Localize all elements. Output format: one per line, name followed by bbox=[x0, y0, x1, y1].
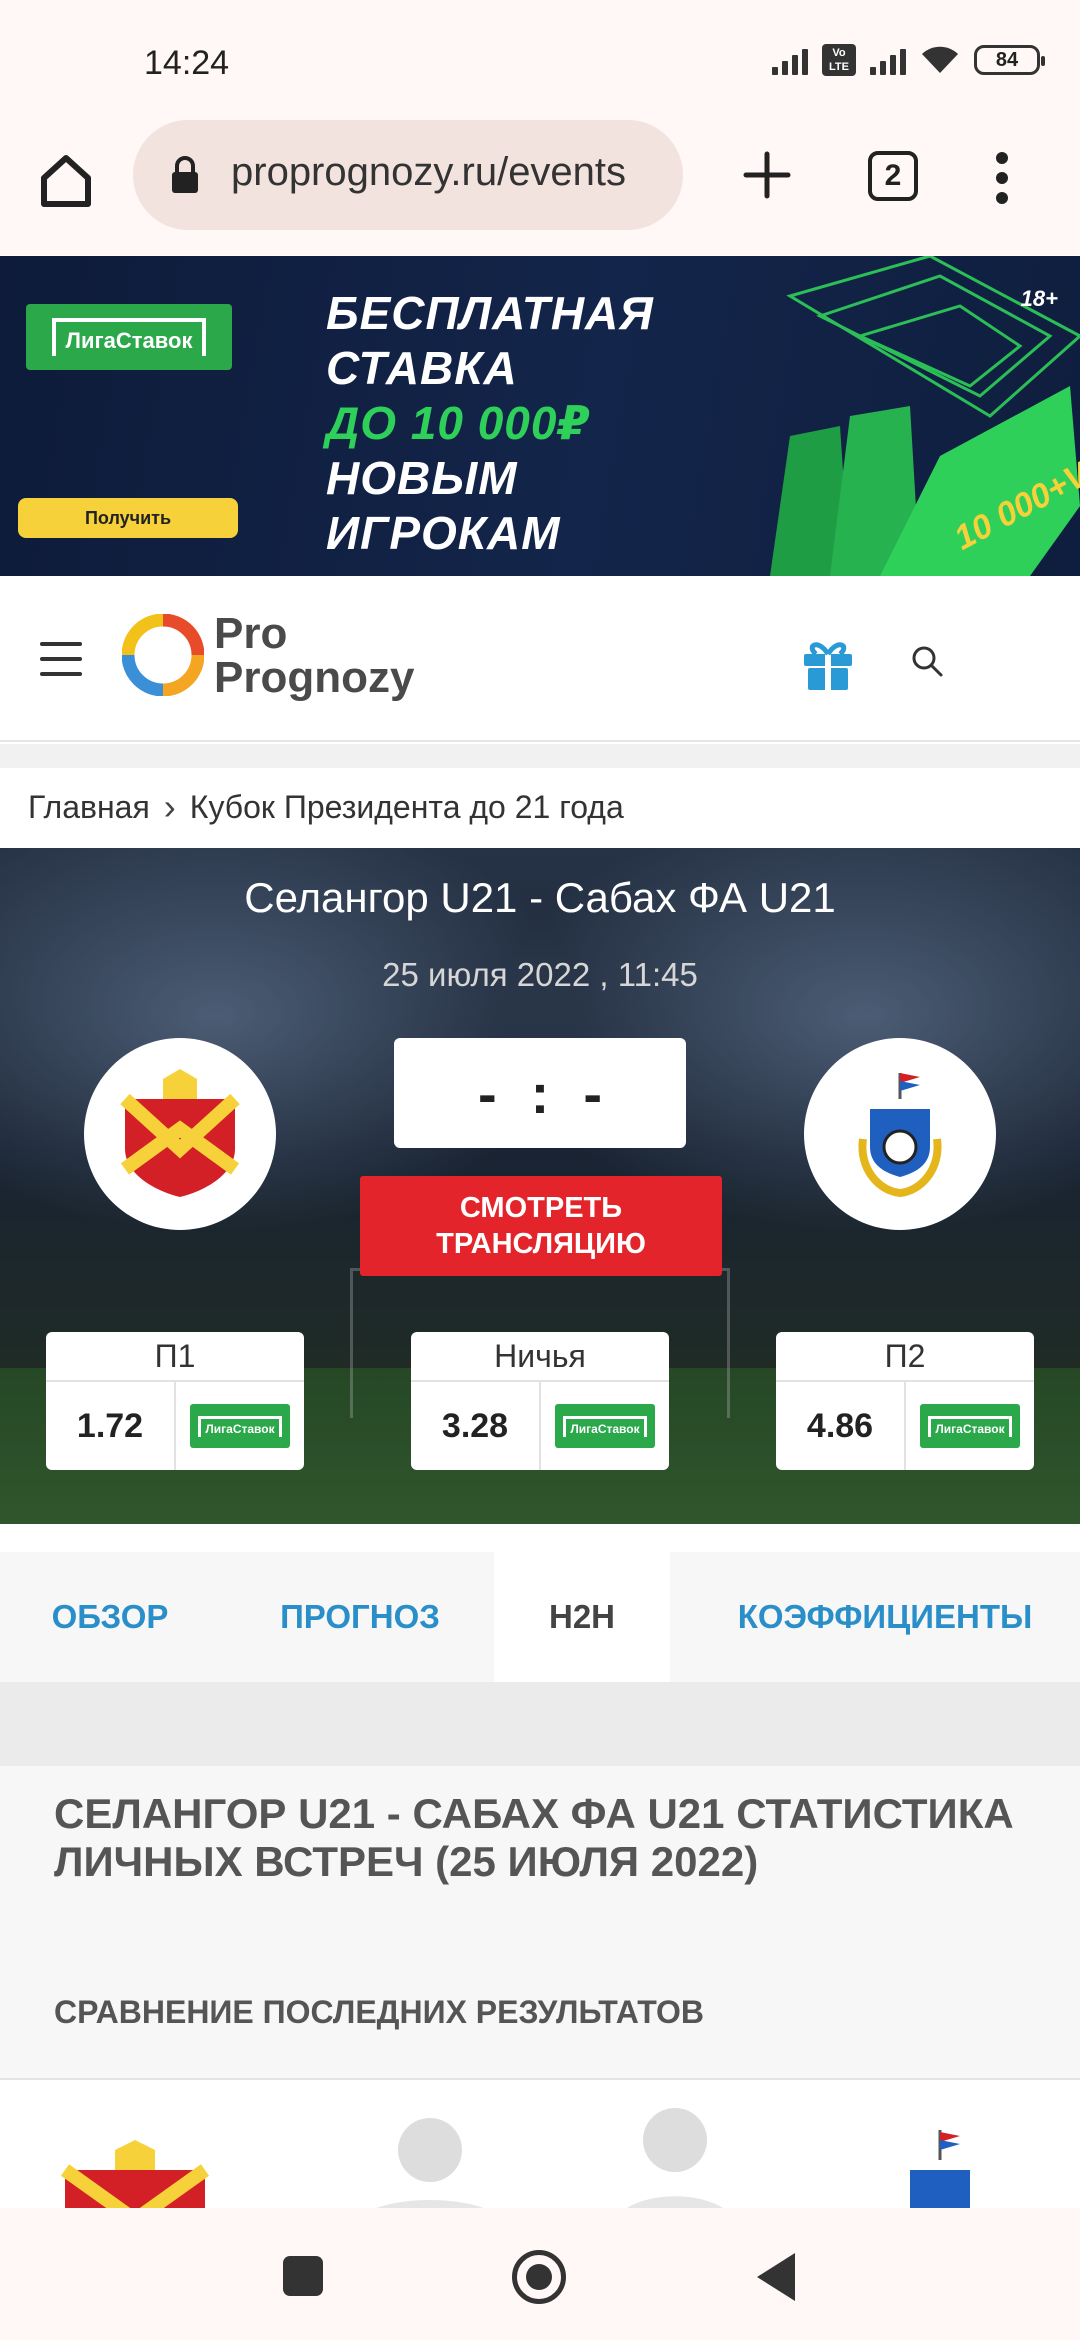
tab-h2h[interactable]: H2H bbox=[494, 1552, 670, 1682]
breadcrumb: Главная › Кубок Президента до 21 года bbox=[28, 772, 624, 842]
more-vert-icon[interactable] bbox=[992, 150, 1012, 206]
battery-icon: 84 bbox=[974, 45, 1045, 75]
h2h-subtitle: СРАВНЕНИЕ ПОСЛЕДНИХ РЕЗУЛЬТАТОВ bbox=[54, 1994, 705, 2030]
tab-switcher-button[interactable]: 2 bbox=[868, 151, 918, 201]
logo-line: Prognozy bbox=[214, 653, 415, 702]
breadcrumb-home[interactable]: Главная bbox=[28, 789, 150, 826]
ad-headline: БЕСПЛАТНАЯ СТАВКА ДО 10 000₽ НОВЫМ ИГРОК… bbox=[326, 286, 654, 561]
odds-value[interactable]: 3.28 bbox=[411, 1382, 541, 1470]
sabah-crest-icon bbox=[858, 1073, 942, 1198]
site-logo-icon[interactable] bbox=[122, 614, 204, 696]
player-silhouette-icon bbox=[627, 2108, 723, 2208]
comparison-row bbox=[0, 2078, 1080, 2208]
watch-stream-button[interactable]: СМОТРЕТЬ ТРАНСЛЯЦИЮ bbox=[360, 1176, 722, 1276]
tab-prognoz[interactable]: ПРОГНОЗ bbox=[260, 1552, 460, 1682]
odds-value[interactable]: 1.72 bbox=[46, 1382, 176, 1470]
watch-label: СМОТРЕТЬ bbox=[459, 1192, 623, 1224]
status-bar: 14:24 Vo LTE 84 bbox=[0, 0, 1080, 120]
back-icon[interactable] bbox=[757, 2253, 795, 2301]
score-separator: : bbox=[530, 1061, 550, 1125]
ad-line: НОВЫМ bbox=[326, 452, 518, 504]
match-datetime: 25 июля 2022 , 11:45 bbox=[382, 956, 698, 993]
site-logo-text[interactable]: Pro Prognozy bbox=[214, 612, 414, 700]
score-home: - bbox=[478, 1061, 497, 1125]
ad-get-button[interactable]: Получить bbox=[18, 498, 238, 538]
selangor-crest-icon bbox=[60, 2140, 210, 2208]
ad-line: ИГРОКАМ bbox=[326, 507, 561, 559]
sabah-crest-icon bbox=[910, 2130, 970, 2208]
ad-line: ДО 10 000₽ bbox=[326, 397, 591, 449]
odds-label: Ничья bbox=[411, 1332, 669, 1382]
system-nav-bar bbox=[0, 2208, 1080, 2340]
lock-icon bbox=[172, 156, 198, 193]
bookmaker-name: ЛигаСтавок bbox=[563, 1415, 647, 1437]
header-divider bbox=[0, 744, 1080, 768]
breadcrumb-separator: › bbox=[163, 786, 176, 827]
search-icon[interactable] bbox=[910, 644, 944, 678]
ad-line: БЕСПЛАТНАЯ bbox=[326, 287, 654, 339]
bookmaker-logo[interactable]: ЛигаСтавок bbox=[190, 1404, 290, 1448]
odds-label: П2 bbox=[776, 1332, 1034, 1382]
bookmaker-logo[interactable]: ЛигаСтавок bbox=[920, 1404, 1020, 1448]
bookmaker-logo: ЛигаСтавок bbox=[26, 304, 232, 370]
tab-odds[interactable]: КОЭФФИЦИЕНТЫ bbox=[710, 1552, 1060, 1682]
home-icon[interactable] bbox=[36, 150, 96, 210]
odds-card-home[interactable]: П1 1.72 ЛигаСтавок bbox=[46, 1332, 304, 1470]
signal-icon bbox=[870, 45, 906, 75]
player-silhouette-icon bbox=[376, 2118, 484, 2208]
browser-toolbar: proprognozy.ru/events 2 bbox=[0, 120, 1080, 255]
site-header: Pro Prognozy bbox=[0, 576, 1080, 742]
plus-icon[interactable] bbox=[742, 150, 792, 200]
wifi-icon bbox=[922, 46, 958, 73]
odds-card-draw[interactable]: Ничья 3.28 ЛигаСтавок bbox=[411, 1332, 669, 1470]
tab-overview[interactable]: ОБЗОР bbox=[30, 1552, 190, 1682]
volte-icon: Vo LTE bbox=[822, 44, 856, 76]
odds-value[interactable]: 4.86 bbox=[776, 1382, 906, 1470]
match-title: Селангор U21 - Сабах ФА U21 bbox=[244, 874, 836, 921]
h2h-section: СЕЛАНГОР U21 - САБАХ ФА U21 СТАТИСТИКА Л… bbox=[0, 1766, 1080, 2078]
gift-icon[interactable] bbox=[798, 632, 858, 692]
menu-icon[interactable] bbox=[40, 642, 82, 676]
h2h-title: СЕЛАНГОР U21 - САБАХ ФА U21 СТАТИСТИКА Л… bbox=[54, 1790, 1014, 1885]
recents-icon[interactable] bbox=[283, 2256, 323, 2296]
battery-level: 84 bbox=[995, 48, 1019, 71]
bookmaker-name: ЛигаСтавок bbox=[51, 318, 207, 356]
status-time: 14:24 bbox=[144, 44, 230, 82]
bookmaker-name: ЛигаСтавок bbox=[928, 1415, 1012, 1437]
match-hero: Селангор U21 - Сабах ФА U21 25 июля 2022… bbox=[0, 848, 1080, 1524]
breadcrumb-current[interactable]: Кубок Президента до 21 года bbox=[190, 789, 624, 826]
status-icons: Vo LTE 84 bbox=[772, 44, 1045, 76]
age-limit: 18+ bbox=[1020, 286, 1058, 311]
selangor-crest-icon bbox=[120, 1069, 240, 1197]
url-bar[interactable]: proprognozy.ru/events bbox=[133, 120, 683, 230]
away-team-logo[interactable] bbox=[804, 1038, 996, 1230]
url-text[interactable]: proprognozy.ru/events bbox=[231, 150, 626, 195]
score-box: - : - bbox=[394, 1038, 686, 1148]
ad-banner[interactable]: ЛигаСтавок Получить БЕСПЛАТНАЯ СТАВКА ДО… bbox=[0, 256, 1080, 576]
score-away: - bbox=[583, 1061, 602, 1125]
home-team-logo[interactable] bbox=[84, 1038, 276, 1230]
bookmaker-logo[interactable]: ЛигаСтавок bbox=[555, 1404, 655, 1448]
logo-line: Pro bbox=[214, 609, 288, 658]
odds-card-away[interactable]: П2 4.86 ЛигаСтавок bbox=[776, 1332, 1034, 1470]
match-tabs: ОБЗОР ПРОГНОЗ H2H КОЭФФИЦИЕНТЫ bbox=[0, 1552, 1080, 1682]
watch-label: ТРАНСЛЯЦИЮ bbox=[436, 1228, 646, 1260]
section-divider bbox=[0, 1682, 1080, 1766]
signal-icon bbox=[772, 45, 808, 75]
odds-label: П1 bbox=[46, 1332, 304, 1382]
home-circle-icon[interactable] bbox=[512, 2250, 566, 2304]
bookmaker-name: ЛигаСтавок bbox=[198, 1415, 282, 1437]
ad-line: СТАВКА bbox=[326, 342, 518, 394]
